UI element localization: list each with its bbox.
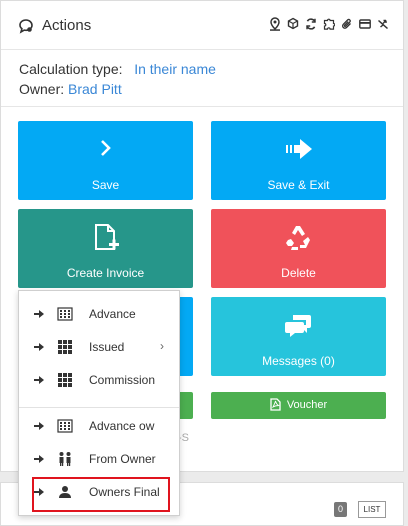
list-button[interactable]: LIST — [358, 501, 386, 518]
arrow-right-icon — [34, 310, 44, 318]
credit-card-icon[interactable] — [359, 17, 371, 31]
calculation-type-link[interactable]: In their name — [134, 61, 216, 77]
panel-header: Actions — [1, 1, 403, 50]
arrow-right-icon — [34, 376, 44, 384]
menu-item-commission[interactable]: Commission — [19, 365, 179, 395]
create-invoice-button[interactable]: Create Invoice — [18, 209, 193, 288]
save-button[interactable]: Save — [18, 121, 193, 200]
divider — [1, 106, 403, 107]
puzzle-icon[interactable] — [323, 17, 335, 31]
menu-item-label: Advance — [89, 307, 136, 321]
paperclip-icon[interactable] — [341, 17, 353, 31]
voucher-label: Voucher — [286, 398, 328, 411]
menu-item-label: Issued — [89, 340, 125, 354]
messages-label: Messages (0) — [262, 354, 335, 368]
delete-label: Delete — [281, 266, 316, 280]
menu-item-label: Commission — [89, 373, 156, 387]
count-badge: 0 — [334, 502, 347, 517]
selection-highlight — [32, 477, 170, 512]
calculator-icon — [57, 307, 73, 321]
calculator-icon — [57, 419, 73, 433]
menu-item-label: From Owner — [89, 452, 156, 466]
arrow-right-icon — [34, 455, 44, 463]
save-label: Save — [91, 178, 120, 192]
messages-button[interactable]: Messages (0) — [211, 297, 386, 376]
create-invoice-label: Create Invoice — [66, 266, 145, 280]
delete-button[interactable]: Delete — [211, 209, 386, 288]
panel-title: Actions — [42, 17, 92, 34]
menu-item-from-owner[interactable]: From Owner — [19, 444, 179, 474]
cube-icon[interactable] — [287, 17, 299, 31]
save-exit-label: Save & Exit — [267, 178, 330, 192]
arrow-right-exit-icon — [285, 139, 312, 159]
arrow-right-icon — [34, 422, 44, 430]
map-pin-icon[interactable] — [269, 17, 281, 31]
grid-icon — [58, 373, 72, 387]
pdf-file-icon — [270, 398, 281, 411]
comments-icon — [284, 315, 311, 337]
calculation-info: Calculation type: In their name Owner: B… — [19, 59, 216, 99]
menu-item-advance[interactable]: Advance — [19, 299, 179, 329]
arrow-right-icon — [34, 343, 44, 351]
refresh-icon[interactable] — [305, 17, 317, 31]
unlink-icon[interactable] — [377, 17, 389, 31]
voucher-button[interactable]: Voucher — [211, 392, 386, 419]
chevron-right-icon: › — [160, 339, 164, 353]
voucher-content: Voucher — [211, 398, 386, 411]
chat-icon — [19, 19, 33, 34]
menu-item-issued[interactable]: Issued › — [19, 332, 179, 362]
save-exit-button[interactable]: Save & Exit — [211, 121, 386, 200]
recycle-icon — [285, 226, 310, 250]
menu-separator — [19, 407, 179, 408]
owner-link[interactable]: Brad Pitt — [68, 81, 122, 97]
menu-item-label: Advance ow — [89, 419, 155, 433]
header-toolbar — [269, 17, 389, 31]
owner-label: Owner: — [19, 81, 65, 97]
menu-item-advance-ow[interactable]: Advance ow — [19, 411, 179, 441]
two-people-icon — [59, 452, 71, 466]
file-add-icon — [94, 224, 119, 250]
calculation-type-label: Calculation type: — [19, 61, 123, 77]
grid-icon — [58, 340, 72, 354]
chevron-right-icon — [100, 140, 111, 156]
